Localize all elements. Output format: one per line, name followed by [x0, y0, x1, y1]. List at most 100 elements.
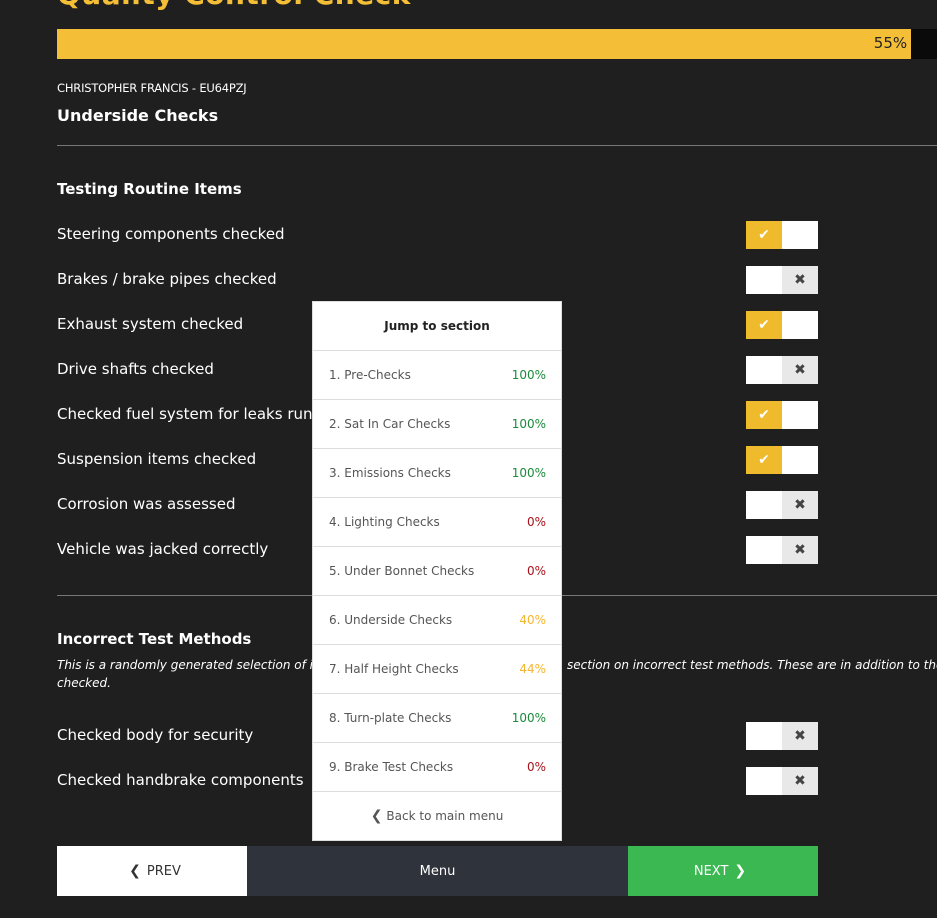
section-name: 1. Pre-Checks [329, 368, 411, 382]
toggle-yes[interactable] [746, 767, 782, 795]
toggle-no[interactable] [782, 311, 818, 339]
cross-icon: ✖ [794, 773, 806, 789]
toggle-yes[interactable]: ✔ [746, 311, 782, 339]
check-item-toggle[interactable]: ✖ [746, 356, 818, 384]
description-text: checked. [57, 676, 111, 690]
customer-vehicle: CHRISTOPHER FRANCIS - EU64PZJ [57, 81, 247, 95]
check-item-label: Suspension items checked [57, 450, 257, 468]
section-progress: 100% [511, 711, 546, 725]
check-icon: ✔ [758, 227, 770, 243]
toggle-no[interactable]: ✖ [782, 491, 818, 519]
progress-bar: 55% [57, 29, 937, 59]
check-item-toggle[interactable]: ✖ [746, 266, 818, 294]
next-label: NEXT [693, 863, 729, 879]
section-progress: 40% [519, 613, 546, 627]
chevron-left-icon: ❮ [370, 808, 383, 824]
navigation-bar: ❮ PREV Menu NEXT ❯ [57, 846, 818, 896]
toggle-yes[interactable] [746, 491, 782, 519]
toggle-yes[interactable]: ✔ [746, 221, 782, 249]
check-icon: ✔ [758, 317, 770, 333]
section-name: 7. Half Height Checks [329, 662, 459, 676]
check-item-label: Checked fuel system for leaks runn [57, 405, 323, 423]
section-name: 5. Under Bonnet Checks [329, 564, 475, 578]
cross-icon: ✖ [794, 542, 806, 558]
popover-title: Jump to section [313, 302, 561, 351]
cross-icon: ✖ [794, 728, 806, 744]
jump-section-item[interactable]: 8. Turn-plate Checks 100% [313, 694, 561, 743]
prev-label: PREV [146, 863, 181, 879]
toggle-yes[interactable] [746, 266, 782, 294]
back-to-main-menu-link[interactable]: ❮ Back to main menu [313, 792, 561, 840]
toggle-no[interactable]: ✖ [782, 767, 818, 795]
chevron-left-icon: ❮ [129, 863, 141, 879]
section-name: 3. Emissions Checks [329, 466, 451, 480]
section-progress: 100% [511, 466, 546, 480]
check-item-label: Steering components checked [57, 225, 285, 243]
section-name: 6. Underside Checks [329, 613, 453, 627]
section-name: 4. Lighting Checks [329, 515, 440, 529]
toggle-yes[interactable] [746, 536, 782, 564]
back-label: Back to main menu [386, 809, 504, 823]
prev-button[interactable]: ❮ PREV [57, 846, 247, 896]
progress-label: 55% [873, 34, 908, 52]
section-progress: 0% [526, 760, 546, 774]
check-item-toggle[interactable]: ✔ [746, 221, 818, 249]
divider [57, 145, 937, 146]
check-item-label: Corrosion was assessed [57, 495, 236, 513]
check-icon: ✔ [758, 452, 770, 468]
toggle-no[interactable] [782, 221, 818, 249]
menu-button[interactable]: Menu [247, 846, 628, 896]
incorrect-title: Incorrect Test Methods [57, 630, 252, 648]
jump-section-item[interactable]: 2. Sat In Car Checks 100% [313, 400, 561, 449]
jump-section-item[interactable]: 9. Brake Test Checks 0% [313, 743, 561, 792]
check-icon: ✔ [758, 407, 770, 423]
check-item-toggle[interactable]: ✖ [746, 536, 818, 564]
toggle-yes[interactable] [746, 356, 782, 384]
check-item-toggle[interactable]: ✔ [746, 446, 818, 474]
toggle-no[interactable] [782, 401, 818, 429]
check-item-toggle[interactable]: ✖ [746, 491, 818, 519]
routine-title: Testing Routine Items [57, 180, 242, 198]
toggle-no[interactable]: ✖ [782, 266, 818, 294]
check-item-label: Vehicle was jacked correctly [57, 540, 269, 558]
jump-section-item[interactable]: 5. Under Bonnet Checks 0% [313, 547, 561, 596]
toggle-yes[interactable] [746, 722, 782, 750]
description-text: section on incorrect test methods. These… [566, 658, 937, 672]
check-item-toggle[interactable]: ✔ [746, 401, 818, 429]
check-item-toggle[interactable]: ✖ [746, 767, 818, 795]
check-item-toggle[interactable]: ✔ [746, 311, 818, 339]
cross-icon: ✖ [794, 497, 806, 513]
section-name: 8. Turn-plate Checks [329, 711, 452, 725]
check-item-label: Exhaust system checked [57, 315, 244, 333]
check-item-label: Checked handbrake components [57, 771, 304, 789]
toggle-yes[interactable]: ✔ [746, 446, 782, 474]
section-progress: 100% [511, 368, 546, 382]
menu-label: Menu [419, 863, 456, 879]
jump-section-item[interactable]: 7. Half Height Checks 44% [313, 645, 561, 694]
section-progress: 100% [511, 417, 546, 431]
toggle-no[interactable]: ✖ [782, 356, 818, 384]
toggle-no[interactable] [782, 446, 818, 474]
section-progress: 0% [526, 515, 546, 529]
jump-section-item[interactable]: 4. Lighting Checks 0% [313, 498, 561, 547]
jump-section-item[interactable]: 6. Underside Checks 40% [313, 596, 561, 645]
section-name: 2. Sat In Car Checks [329, 417, 451, 431]
toggle-yes[interactable]: ✔ [746, 401, 782, 429]
check-item-toggle[interactable]: ✖ [746, 722, 818, 750]
section-title: Underside Checks [57, 106, 219, 125]
section-name: 9. Brake Test Checks [329, 760, 454, 774]
description-text: This is a randomly generated selection o… [57, 658, 313, 672]
toggle-no[interactable]: ✖ [782, 722, 818, 750]
progress-fill: 55% [57, 29, 912, 59]
toggle-no[interactable]: ✖ [782, 536, 818, 564]
cross-icon: ✖ [794, 362, 806, 378]
chevron-right-icon: ❯ [734, 863, 747, 879]
check-item-label: Brakes / brake pipes checked [57, 270, 277, 288]
check-item-label: Checked body for security [57, 726, 254, 744]
page-title: Quality Control Check [57, 0, 411, 11]
jump-section-item[interactable]: 1. Pre-Checks 100% [313, 351, 561, 400]
jump-section-item[interactable]: 3. Emissions Checks 100% [313, 449, 561, 498]
section-progress: 0% [526, 564, 546, 578]
jump-to-section-popover: Jump to section 1. Pre-Checks 100% 2. Sat … [312, 301, 562, 841]
next-button[interactable]: NEXT ❯ [628, 846, 818, 896]
